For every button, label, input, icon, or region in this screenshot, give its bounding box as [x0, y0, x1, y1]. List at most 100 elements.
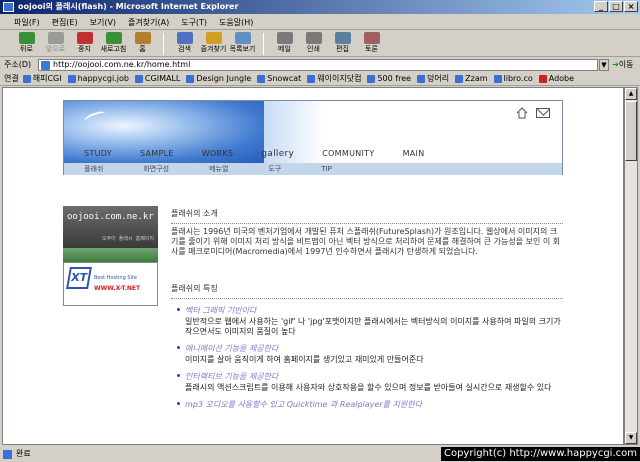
bullet-icon — [177, 346, 180, 349]
xt-url: WWW.X-T.NET — [94, 285, 141, 292]
close-button[interactable]: × — [624, 1, 638, 12]
link-item[interactable]: happycgi.job — [67, 72, 129, 85]
toolbar-button-label: 인쇄 — [307, 45, 320, 53]
refresh-icon — [105, 32, 122, 44]
feature-title[interactable]: 애니메이션 기능을 제공한다 — [185, 343, 563, 354]
discuss-button[interactable]: 토론 — [357, 31, 386, 57]
forward-button[interactable]: 앞으로 — [41, 31, 70, 57]
intro-paragraph: 플래시는 1996년 미국의 벤처기업에서 개발된 퓨처 스플래쉬(Future… — [171, 227, 561, 256]
link-item[interactable]: Adobe — [538, 72, 575, 85]
links-bar: 연결 해피CGI happycgi.job CGIMALL Design Jungle… — [0, 72, 640, 86]
menu-file[interactable]: 파일(F) — [8, 15, 46, 29]
subnav-flash[interactable]: 플래쉬 — [84, 163, 103, 175]
vertical-scrollbar[interactable]: ▲ ▼ — [624, 87, 638, 445]
print-button[interactable]: 인쇄 — [299, 31, 328, 57]
toolbar-button-label: 편집 — [336, 45, 349, 53]
menu-help[interactable]: 도움말(H) — [213, 15, 259, 29]
stop-button[interactable]: 중지 — [70, 31, 99, 57]
link-label: Snowcat — [267, 73, 302, 83]
link-item[interactable]: 500 free — [367, 72, 411, 85]
menu-tools[interactable]: 도구(T) — [175, 15, 213, 29]
subnav-manual[interactable]: 메뉴얼 — [209, 163, 228, 175]
nav-gallery[interactable]: gallery — [261, 149, 294, 159]
address-dropdown-button[interactable]: ▼ — [599, 59, 609, 71]
feature-item: mp3 오디오를 사용할수 있고 Quicktime 과 Realplayer를… — [177, 399, 563, 410]
link-item[interactable]: CGIMALL — [134, 72, 180, 85]
search-button[interactable]: 검색 — [170, 31, 199, 57]
address-bar: 주소(D) http://oojooi.com.ne.kr/home.html … — [0, 58, 640, 72]
feature-title[interactable]: 벡터 그래픽 기반이다 — [185, 305, 563, 316]
nav-community[interactable]: COMMUNITY — [322, 149, 374, 159]
menu-edit[interactable]: 편집(E) — [46, 15, 84, 29]
scroll-thumb[interactable] — [625, 101, 637, 161]
xt-hosting-banner[interactable]: XT Best Hosting Site WWW.X-T.NET — [63, 262, 158, 306]
window-controls: _ □ × — [594, 1, 638, 12]
history-icon — [234, 32, 251, 44]
maximize-button[interactable]: □ — [609, 1, 623, 12]
link-item[interactable]: Design Jungle — [186, 72, 251, 85]
address-url: http://oojooi.com.ne.kr/home.html — [53, 60, 191, 69]
header-icons — [516, 107, 550, 119]
toolbar-button-label: 새로고침 — [100, 45, 127, 53]
feature-item: 애니메이션 기능을 제공한다 이미지를 살아 움직이게 하여 홈페이지를 생기있고… — [177, 343, 563, 365]
bullet-icon — [177, 308, 180, 311]
back-button[interactable]: 뒤로 — [12, 31, 41, 57]
nav-works[interactable]: WORKS — [202, 149, 234, 159]
mail-icon — [276, 32, 293, 44]
link-item[interactable]: 웨이이지닷컴 — [307, 72, 361, 85]
feature-description: 일반적으로 웹에서 사용하는 'gif' 나 'jpg'포맷이지만 플래시에서는… — [185, 317, 561, 336]
menu-favorites[interactable]: 즐겨찾기(A) — [122, 15, 175, 29]
link-item[interactable]: 해피CGI — [22, 72, 62, 85]
edit-icon — [334, 32, 351, 44]
nav-study[interactable]: STUDY — [84, 149, 112, 159]
link-item[interactable]: 덩어리 — [417, 72, 449, 85]
scroll-down-button[interactable]: ▼ — [625, 432, 637, 444]
address-input[interactable]: http://oojooi.com.ne.kr/home.html — [38, 59, 598, 71]
feature-title[interactable]: mp3 오디오를 사용할수 있고 Quicktime 과 Realplayer를… — [185, 399, 563, 410]
scroll-up-button[interactable]: ▲ — [625, 88, 637, 100]
link-item[interactable]: Zzam — [455, 72, 488, 85]
home-icon — [134, 32, 151, 44]
feature-description: 이미지를 살아 움직이게 하여 홈페이지를 생기있고 재미있게 만들어준다 — [185, 355, 424, 364]
link-label: Adobe — [548, 73, 575, 83]
menu-view[interactable]: 보기(V) — [84, 15, 122, 29]
subnav-tip[interactable]: TIP — [321, 163, 332, 175]
status-text: 완료 — [16, 449, 31, 458]
toolbar-button-label: 목록보기 — [229, 45, 256, 53]
toolbar-button-label: 토론 — [365, 45, 378, 53]
toolbar-button-label: 즐겨찾기 — [200, 45, 227, 53]
favorites-button[interactable]: 즐겨찾기 — [199, 31, 228, 57]
edit-button[interactable]: 편집 — [328, 31, 357, 57]
subnav-layout[interactable]: 화면구성 — [143, 163, 169, 175]
window-titlebar: oojooi의 플래시(flash) - Microsoft Internet … — [0, 0, 640, 14]
feature-title[interactable]: 인터랙티브 기능을 제공한다 — [185, 371, 563, 382]
history-button[interactable]: 목록보기 — [228, 31, 257, 57]
search-icon — [176, 32, 193, 44]
page-viewport[interactable]: STUDY SAMPLE WORKS gallery COMMUNITY MAI… — [2, 87, 624, 445]
toolbar: 뒤로 앞으로 중지 새로고침 홈 검색 즐겨찾기 목록보기 메일 인쇄 편집 토론 — [0, 31, 640, 57]
mail-icon[interactable] — [536, 108, 550, 118]
subnav-tools[interactable]: 도구 — [268, 163, 281, 175]
home-button[interactable]: 홈 — [128, 31, 157, 57]
go-button[interactable]: ➜이동 — [612, 58, 633, 72]
mail-button[interactable]: 메일 — [270, 31, 299, 57]
status-bar: 완료 Copyright(c) http://www.happycgi.com — [0, 446, 640, 462]
links-label: 연결 — [4, 74, 19, 83]
link-label: 웨이이지닷컴 — [317, 73, 362, 83]
toolbar-button-label: 검색 — [178, 45, 191, 53]
site-logo[interactable]: oojooi.com.ne.kr 오주이 플래시 홈페이지 — [63, 206, 158, 248]
bullet-icon — [177, 402, 180, 405]
toolbar-button-label: 중지 — [78, 45, 91, 53]
page-icon — [41, 61, 50, 70]
nav-sample[interactable]: SAMPLE — [140, 149, 174, 159]
link-label: happycgi.job — [77, 73, 129, 83]
main-content: 플래쉬의 소개 플래시는 1996년 미국의 벤처기업에서 개발된 퓨처 스플래… — [171, 208, 563, 410]
back-icon — [18, 32, 35, 44]
nav-main[interactable]: MAIN — [403, 149, 425, 159]
refresh-button[interactable]: 새로고침 — [99, 31, 128, 57]
home-icon[interactable] — [516, 107, 528, 119]
link-item[interactable]: libro.co — [493, 72, 533, 85]
minimize-button[interactable]: _ — [594, 1, 608, 12]
adobe-icon — [538, 74, 547, 83]
link-item[interactable]: Snowcat — [257, 72, 301, 85]
